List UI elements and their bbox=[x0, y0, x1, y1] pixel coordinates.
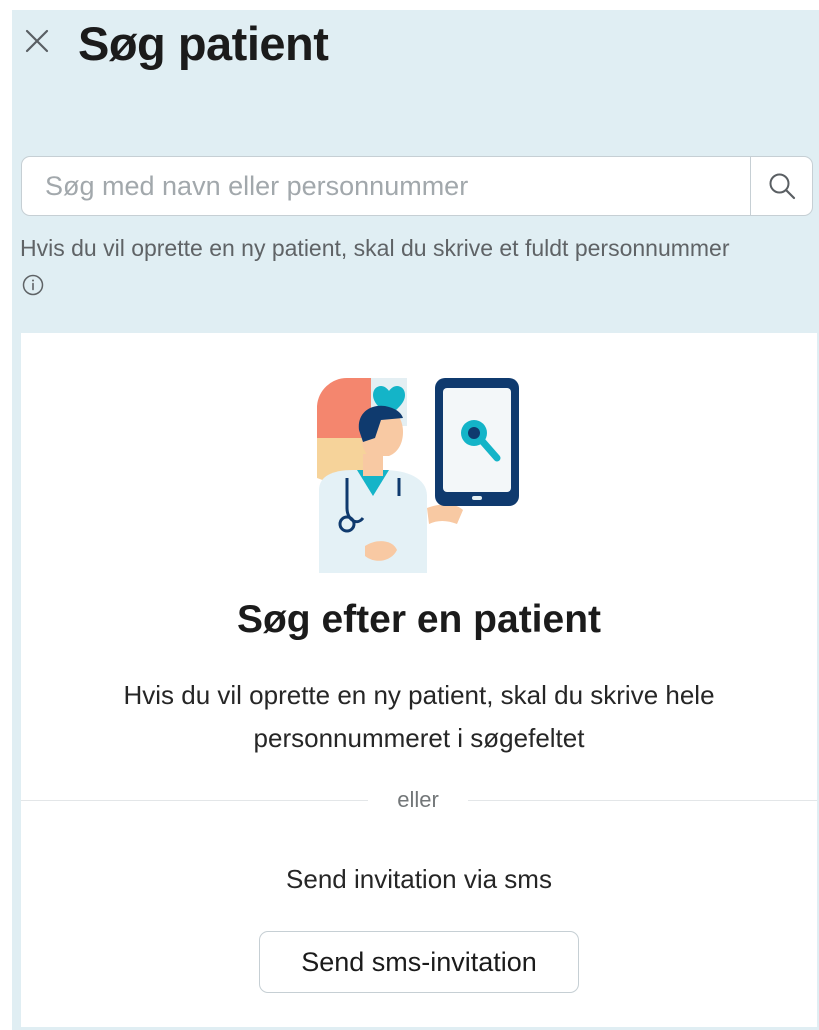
doctor-with-phone-illustration bbox=[317, 378, 519, 573]
close-button[interactable] bbox=[24, 28, 50, 54]
sms-invitation-text: Send invitation via sms bbox=[286, 864, 552, 894]
info-button[interactable] bbox=[22, 274, 44, 296]
panel-header: Søg patient bbox=[12, 10, 819, 70]
search-field bbox=[21, 156, 813, 216]
empty-state-title: Søg efter en patient bbox=[236, 598, 602, 641]
empty-state-card: Søg efter en patient Hvis du vil oprette… bbox=[21, 333, 817, 1027]
divider-label: eller bbox=[368, 785, 468, 815]
close-icon bbox=[25, 29, 49, 53]
info-icon bbox=[22, 274, 44, 296]
search-button[interactable] bbox=[750, 157, 812, 215]
send-sms-invitation-button[interactable]: Send sms-invitation bbox=[259, 931, 579, 993]
search-hint: Hvis du vil oprette en ny patient, skal … bbox=[20, 235, 730, 261]
search-patient-panel: Søg patient Hvis du vil oprette en ny pa… bbox=[12, 10, 819, 1030]
page-title: Søg patient bbox=[78, 17, 329, 70]
search-icon bbox=[769, 173, 795, 200]
search-input[interactable] bbox=[22, 157, 750, 215]
empty-state-description: Hvis du vil oprette en ny patient, skal … bbox=[123, 680, 715, 753]
